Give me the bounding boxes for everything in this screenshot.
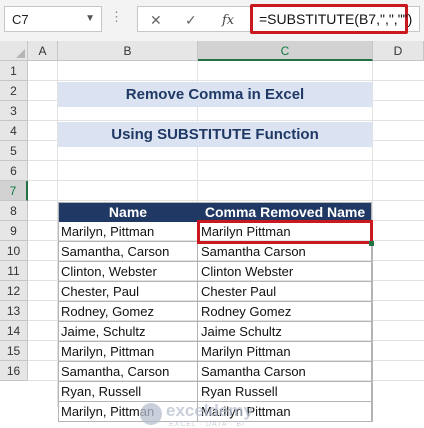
gridline bbox=[28, 120, 424, 121]
name-cell[interactable]: Samantha, Carson bbox=[58, 242, 198, 262]
comma-removed-cell[interactable]: Marilyn Pittman bbox=[198, 342, 373, 362]
resize-handle-icon[interactable]: ⋮ bbox=[110, 9, 123, 25]
name-cell[interactable]: Clinton, Webster bbox=[58, 262, 198, 282]
table-header-comma-removed: Comma Removed Name bbox=[204, 204, 366, 220]
row-header-2[interactable]: 2 bbox=[0, 81, 28, 101]
table-header-row: Name Comma Removed Name bbox=[58, 202, 372, 222]
name-cell[interactable]: Ryan, Russell bbox=[58, 382, 198, 402]
row-header-15[interactable]: 15 bbox=[0, 341, 28, 361]
row-header-4[interactable]: 4 bbox=[0, 121, 28, 141]
insert-function-icon[interactable]: fx bbox=[222, 13, 234, 28]
gridline bbox=[28, 160, 424, 161]
row-header-14[interactable]: 14 bbox=[0, 321, 28, 341]
row-header-16[interactable]: 16 bbox=[0, 361, 28, 381]
column-header-d[interactable]: D bbox=[373, 41, 424, 61]
column-header-b[interactable]: B bbox=[58, 41, 198, 61]
comma-removed-cell[interactable]: Samantha Carson bbox=[198, 242, 373, 262]
row-header-13[interactable]: 13 bbox=[0, 301, 28, 321]
active-cell-c7[interactable] bbox=[197, 220, 373, 244]
spreadsheet-grid[interactable]: A B C D 1 2 3 4 5 6 7 8 9 10 11 12 13 14 15 16 Remove C… bbox=[0, 41, 424, 428]
row-header-3[interactable]: 3 bbox=[0, 101, 28, 121]
exceldemy-logo-icon bbox=[140, 403, 162, 425]
column-header-c[interactable]: C bbox=[198, 41, 373, 61]
cancel-icon[interactable]: ✕ bbox=[150, 12, 162, 29]
fill-handle[interactable] bbox=[369, 241, 374, 246]
name-cell[interactable]: Marilyn, Pittman bbox=[58, 222, 198, 242]
column-header-a[interactable]: A bbox=[28, 41, 58, 61]
comma-removed-cell[interactable]: Jaime Schultz bbox=[198, 322, 373, 342]
comma-removed-cell[interactable]: Chester Paul bbox=[198, 282, 373, 302]
comma-removed-cell[interactable]: Clinton Webster bbox=[198, 262, 373, 282]
name-box-value: C7 bbox=[12, 12, 29, 27]
row-header-1[interactable]: 1 bbox=[0, 61, 28, 81]
name-cell[interactable]: Samantha, Carson bbox=[58, 362, 198, 382]
name-cell[interactable]: Jaime, Schultz bbox=[58, 322, 198, 342]
row-header-8[interactable]: 8 bbox=[0, 201, 28, 221]
name-cell[interactable]: Chester, Paul bbox=[58, 282, 198, 302]
gridline bbox=[28, 180, 424, 181]
row-header-9[interactable]: 9 bbox=[0, 221, 28, 241]
row-header-12[interactable]: 12 bbox=[0, 281, 28, 301]
formula-bar: C7 ▼ ⋮ ✕ ✓ fx =SUBSTITUTE(B7,",","") bbox=[0, 0, 424, 41]
watermark-name: exceldemy bbox=[166, 401, 253, 420]
sheet-subtitle: Using SUBSTITUTE Function bbox=[58, 122, 372, 147]
watermark-tagline: EXCEL · DATA · BI bbox=[169, 421, 245, 428]
row-header-7[interactable]: 7 bbox=[0, 181, 28, 201]
comma-removed-cell[interactable]: Rodney Gomez bbox=[198, 302, 373, 322]
table-header-name: Name bbox=[108, 204, 148, 220]
gridline bbox=[28, 200, 424, 201]
formula-field[interactable]: =SUBSTITUTE(B7,",","") bbox=[250, 4, 412, 34]
name-cell[interactable]: Rodney, Gomez bbox=[58, 302, 198, 322]
enter-icon[interactable]: ✓ bbox=[185, 12, 197, 29]
comma-removed-cell[interactable]: Ryan Russell bbox=[198, 382, 373, 402]
row-header-10[interactable]: 10 bbox=[0, 241, 28, 261]
gridline bbox=[28, 80, 424, 81]
name-box[interactable]: C7 ▼ bbox=[4, 6, 102, 32]
chevron-down-icon[interactable]: ▼ bbox=[85, 13, 95, 24]
sheet-title: Remove Comma in Excel bbox=[58, 82, 372, 107]
row-header-11[interactable]: 11 bbox=[0, 261, 28, 281]
name-cell[interactable]: Marilyn, Pittman bbox=[58, 342, 198, 362]
row-header-6[interactable]: 6 bbox=[0, 161, 28, 181]
row-header-5[interactable]: 5 bbox=[0, 141, 28, 161]
select-all-corner[interactable] bbox=[0, 41, 28, 61]
comma-removed-cell[interactable]: Samantha Carson bbox=[198, 362, 373, 382]
formula-text: =SUBSTITUTE(B7,",","") bbox=[259, 11, 413, 27]
